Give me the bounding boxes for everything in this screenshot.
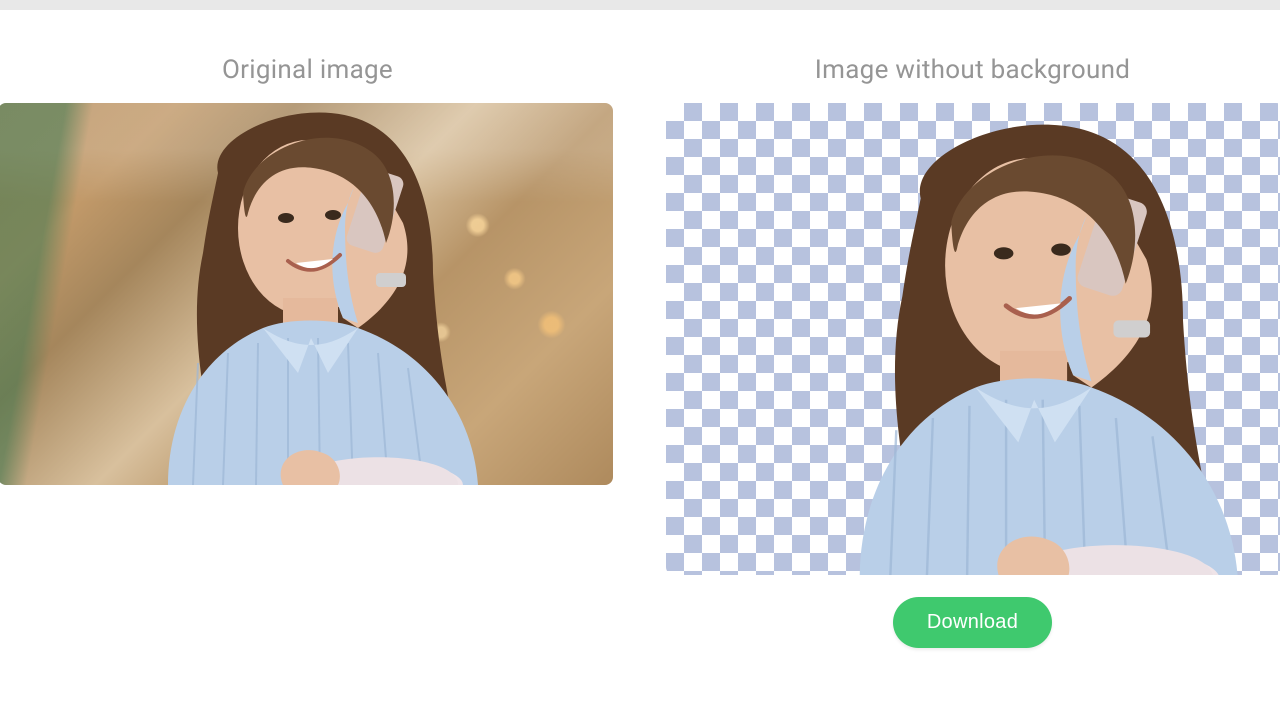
download-row: Download xyxy=(893,597,1052,648)
page-wrapper: Original image xyxy=(0,0,1280,720)
person-illustration xyxy=(0,103,613,485)
result-panel: Image without background xyxy=(665,55,1280,648)
result-image xyxy=(666,103,1280,575)
original-title: Original image xyxy=(222,55,393,85)
content-card: Original image xyxy=(0,10,1280,720)
transparency-checker xyxy=(666,103,1280,575)
comparison-row: Original image xyxy=(0,55,1280,648)
original-photo-illustration xyxy=(0,103,613,485)
person-cutout-illustration xyxy=(666,103,1280,575)
result-title: Image without background xyxy=(815,55,1130,85)
download-button[interactable]: Download xyxy=(893,597,1052,648)
original-image xyxy=(0,103,613,485)
original-panel: Original image xyxy=(0,55,615,648)
